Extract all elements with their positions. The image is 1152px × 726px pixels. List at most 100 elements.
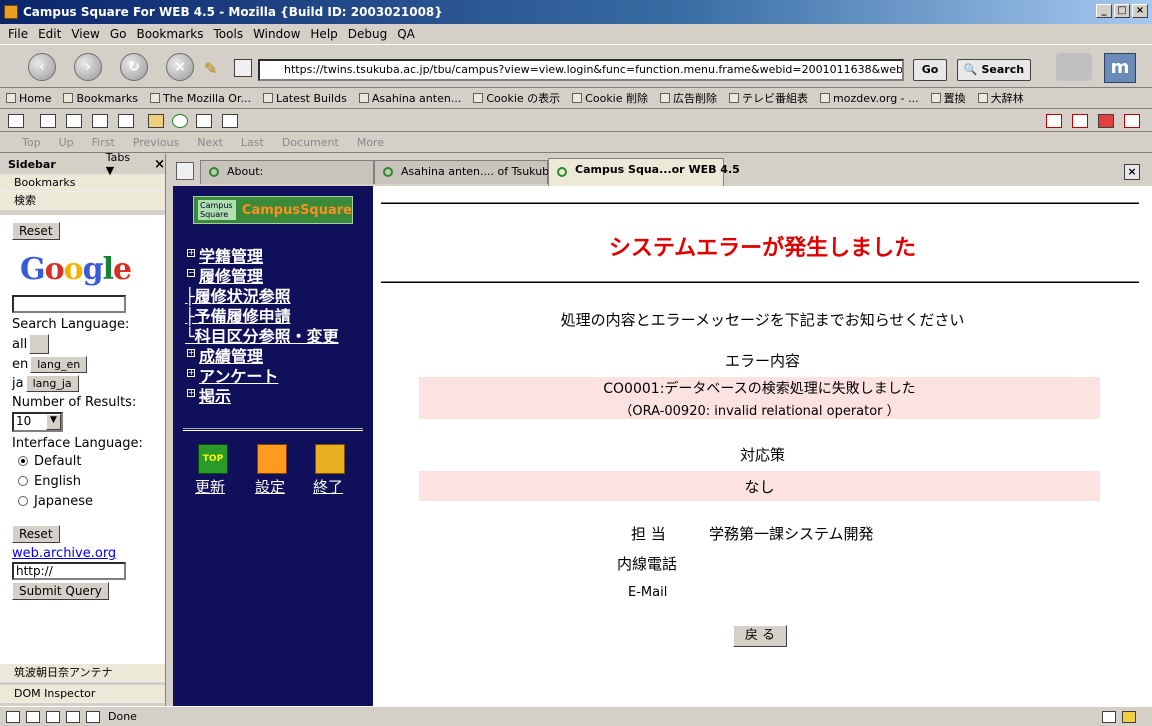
- bookmark-ad-delete[interactable]: 広告削除: [660, 90, 717, 106]
- print-icon[interactable]: [1056, 53, 1092, 81]
- close-window-button[interactable]: ×: [1132, 4, 1148, 18]
- settings-link[interactable]: 設定: [255, 476, 285, 497]
- tab-campus-square[interactable]: Campus Squa...or WEB 4.5: [548, 158, 740, 186]
- toolbar-icon-4[interactable]: [118, 114, 134, 128]
- menu-bulletin[interactable]: 掲示: [199, 383, 231, 407]
- page-proxy-icon[interactable]: [234, 59, 252, 77]
- menu-debug[interactable]: Debug: [344, 27, 393, 41]
- site-nav-next[interactable]: Next: [197, 136, 223, 149]
- bookmark-folder-bookmarks[interactable]: Bookmarks: [63, 92, 138, 105]
- wrench-tool-icon[interactable]: [148, 114, 164, 128]
- red-check-icon[interactable]: [1072, 114, 1088, 128]
- reset-button-2[interactable]: Reset: [12, 525, 60, 543]
- bookmark-latest-builds[interactable]: Latest Builds: [262, 92, 347, 105]
- sidebar-tabs-menu[interactable]: Tabs ▼: [106, 151, 140, 177]
- sidebar-panel-bookmarks[interactable]: Bookmarks: [0, 174, 165, 192]
- door-exit-icon[interactable]: [315, 444, 345, 474]
- back-button[interactable]: 戻 る: [733, 625, 787, 647]
- bookmark-daijirin[interactable]: 大辞林: [977, 90, 1024, 106]
- sidebar-panel-tsukuba-antenna[interactable]: 筑波朝日奈アンテナ: [0, 664, 165, 682]
- menu-edit[interactable]: Edit: [34, 27, 67, 41]
- search-button[interactable]: 🔍 Search: [957, 59, 1031, 81]
- reset-button[interactable]: Reset: [12, 222, 60, 240]
- radio-english[interactable]: English: [18, 471, 165, 491]
- site-nav-first[interactable]: First: [92, 136, 115, 149]
- irc-icon[interactable]: [86, 710, 100, 723]
- minimize-button[interactable]: _: [1096, 4, 1112, 18]
- close-tab-icon[interactable]: ×: [1124, 164, 1140, 180]
- site-nav-document[interactable]: Document: [282, 136, 339, 149]
- sidebar-panel-search[interactable]: 検索: [0, 192, 165, 210]
- site-nav-last[interactable]: Last: [241, 136, 264, 149]
- menu-window[interactable]: Window: [249, 27, 306, 41]
- radio-japanese[interactable]: Japanese: [18, 491, 165, 511]
- exit-link[interactable]: 終了: [313, 476, 343, 497]
- bookmark-cookie-view[interactable]: Cookie の表示: [473, 90, 560, 106]
- bookmark-mozilla-org[interactable]: The Mozilla Or...: [149, 92, 251, 105]
- bookmark-tv[interactable]: テレビ番組表: [729, 90, 808, 106]
- red-bar-icon[interactable]: [1098, 114, 1114, 128]
- wrench-icon[interactable]: ✎: [204, 59, 217, 78]
- site-nav-more[interactable]: More: [357, 136, 384, 149]
- google-search-input[interactable]: [12, 295, 126, 313]
- stop-icon[interactable]: ×: [166, 53, 194, 81]
- close-red-icon[interactable]: [1124, 114, 1140, 128]
- bookmark-mozdev[interactable]: mozdev.org - ...: [820, 92, 919, 105]
- addressbook-icon[interactable]: [66, 710, 80, 723]
- menu-tools[interactable]: Tools: [210, 27, 250, 41]
- sidebar-close-icon[interactable]: ×: [154, 157, 165, 172]
- tab-asahina[interactable]: Asahina anten.... of Tsukuba: [374, 160, 556, 184]
- refresh-link[interactable]: 更新: [195, 476, 225, 497]
- menu-qa[interactable]: QA: [393, 27, 421, 41]
- maximize-button[interactable]: □: [1114, 4, 1130, 18]
- menu-bookmarks[interactable]: Bookmarks: [132, 27, 209, 41]
- menu-file[interactable]: File: [4, 27, 34, 41]
- lang-all-button[interactable]: [29, 334, 50, 354]
- composer-icon[interactable]: [46, 710, 60, 723]
- site-nav-top[interactable]: Top: [22, 136, 41, 149]
- site-nav-up[interactable]: Up: [59, 136, 74, 149]
- radio-default[interactable]: Default: [18, 451, 165, 471]
- num-results-select[interactable]: 10 ▼: [12, 412, 63, 432]
- bookmark-cookie-delete[interactable]: Cookie 削除: [572, 90, 648, 106]
- sidebar-splitter[interactable]: [166, 154, 172, 706]
- menu-go[interactable]: Go: [106, 27, 133, 41]
- new-tab-icon[interactable]: [176, 162, 194, 180]
- table-icon[interactable]: [196, 114, 212, 128]
- toolbar-icon-3[interactable]: [92, 114, 108, 128]
- lang-en-button[interactable]: lang_en: [30, 356, 88, 373]
- menu-view[interactable]: View: [67, 27, 105, 41]
- forward-icon[interactable]: ›: [74, 53, 102, 81]
- go-button[interactable]: Go: [913, 59, 947, 81]
- bookmark-asahina[interactable]: Asahina anten...: [358, 92, 461, 105]
- tab-about[interactable]: About:: [200, 160, 374, 184]
- red-x-icon[interactable]: [1046, 114, 1062, 128]
- back-icon[interactable]: ‹: [28, 53, 56, 81]
- bookmark-icon: [729, 93, 740, 103]
- toolbar-icon-2[interactable]: [66, 114, 82, 128]
- bookmark-home[interactable]: Home: [6, 92, 51, 105]
- bookmark-replace[interactable]: 置換: [930, 90, 966, 106]
- archive-link[interactable]: web.archive.org: [12, 546, 165, 561]
- submit-query-button[interactable]: Submit Query: [12, 582, 109, 600]
- site-nav-previous[interactable]: Previous: [133, 136, 180, 149]
- radio-checked-icon: [18, 456, 28, 466]
- mail-icon[interactable]: [26, 710, 40, 723]
- remedy-text: なし: [744, 478, 775, 496]
- lang-ja-button[interactable]: lang_ja: [25, 375, 79, 392]
- mozilla-throbber-icon[interactable]: m: [1104, 53, 1136, 83]
- top-refresh-icon[interactable]: TOP: [198, 444, 228, 474]
- toolbar-icon-1[interactable]: [40, 114, 56, 128]
- refresh-icon[interactable]: [172, 114, 188, 128]
- secure-lock-icon[interactable]: [1122, 710, 1136, 723]
- archive-url-input[interactable]: http://: [12, 562, 126, 580]
- sidebar-panel-dom-inspector[interactable]: DOM Inspector: [0, 685, 165, 703]
- layout-icon[interactable]: [8, 114, 24, 128]
- menu-help[interactable]: Help: [306, 27, 343, 41]
- navigator-icon[interactable]: [6, 710, 20, 723]
- settings-icon[interactable]: [257, 444, 287, 474]
- url-input[interactable]: https://twins.tsukuba.ac.jp/tbu/campus?v…: [258, 59, 904, 81]
- reload-icon[interactable]: ↻: [120, 53, 148, 81]
- grid-icon[interactable]: [222, 114, 238, 128]
- error-message-box: CO0001:データベースの検索処理に失敗しました （ORA-00920: in…: [419, 377, 1100, 419]
